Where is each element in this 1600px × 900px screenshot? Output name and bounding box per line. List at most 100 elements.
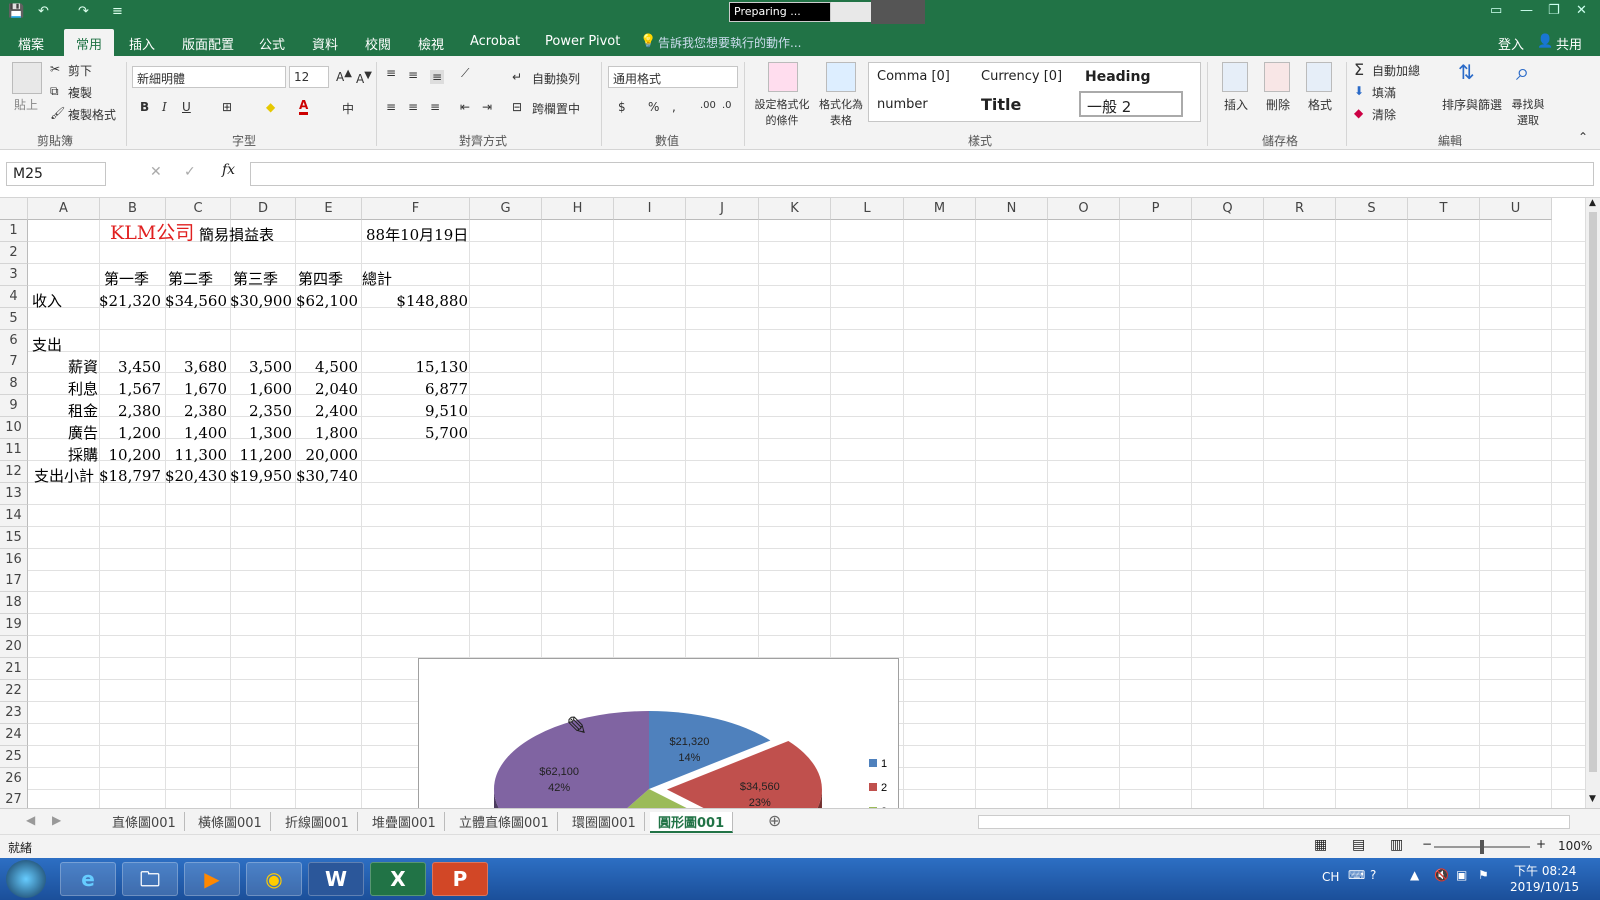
zoom-thumb[interactable] — [1480, 840, 1484, 854]
style-number[interactable]: number — [877, 97, 928, 112]
font-color-icon[interactable]: A — [299, 98, 309, 115]
zoom-out-icon[interactable]: − — [1422, 837, 1432, 851]
row-header[interactable]: 19 — [0, 614, 28, 637]
shrink-font-icon[interactable]: A▼ — [356, 70, 372, 86]
help-icon[interactable]: ? — [1370, 868, 1376, 882]
normal-view-icon[interactable]: ▦ — [1314, 837, 1327, 853]
page-layout-icon[interactable]: ▤ — [1352, 837, 1365, 853]
zoom-level[interactable]: 100% — [1558, 839, 1592, 853]
delete-cells-button[interactable]: 刪除 — [1266, 96, 1290, 113]
format-as-table-button[interactable]: 格式化為表格 — [816, 96, 866, 128]
new-sheet-icon[interactable]: ⊕ — [768, 811, 781, 830]
format-painter-button[interactable]: 複製格式 — [68, 106, 116, 123]
column-header[interactable]: J — [686, 198, 759, 220]
name-box[interactable]: M25 — [6, 162, 106, 186]
align-right-icon[interactable]: ≡ — [430, 100, 440, 114]
row-header[interactable]: 10 — [0, 417, 28, 440]
wrap-text-button[interactable]: 自動換列 — [532, 70, 580, 87]
pie-chart[interactable]: $21,32014%$34,56023%$30,90021%$62,10042%… — [418, 658, 899, 808]
percent-icon[interactable]: % — [648, 100, 659, 114]
volume-muted-icon[interactable]: 🔇 — [1434, 868, 1449, 882]
vertical-scrollbar[interactable]: ▲ ▼ — [1585, 198, 1600, 808]
collapse-ribbon-icon[interactable]: ⌃ — [1578, 130, 1588, 144]
row-header[interactable]: 4 — [0, 285, 28, 308]
column-header[interactable]: D — [231, 198, 296, 220]
sheet-tab[interactable]: 環圈圖001 — [564, 812, 645, 831]
prev-sheet-icon[interactable]: ◀ — [26, 813, 35, 827]
explorer-icon[interactable]: 🗀 — [122, 862, 178, 896]
worksheet-grid[interactable]: A B C D E F G H I J K L M N O P Q R S T U 1 2 3 4 5 6 7 8 9 10 11 12 13 14… — [0, 198, 1587, 808]
align-left-icon[interactable]: ≡ — [386, 100, 396, 114]
share-button[interactable]: 共用 — [1556, 34, 1582, 53]
phonetic-icon[interactable]: 中 — [342, 100, 354, 117]
row-header[interactable]: 15 — [0, 526, 28, 549]
sheet-tab[interactable]: 橫條圖001 — [190, 812, 271, 831]
autosum-button[interactable]: 自動加總 — [1372, 62, 1420, 79]
bold-icon[interactable]: B — [140, 100, 149, 114]
powerpoint-icon[interactable]: P — [432, 862, 488, 896]
copy-button[interactable]: 複製 — [68, 84, 92, 101]
row-header[interactable]: 9 — [0, 395, 28, 418]
insert-function-icon[interactable]: fx — [222, 162, 235, 178]
row-header[interactable]: 16 — [0, 548, 28, 571]
delete-cells-icon[interactable] — [1264, 62, 1290, 92]
column-header[interactable]: T — [1408, 198, 1480, 220]
network-icon[interactable]: ▣ — [1456, 868, 1467, 882]
copy-icon[interactable]: ⧉ — [50, 84, 59, 99]
tab-view[interactable]: 檢視 — [418, 34, 444, 53]
chrome-icon[interactable]: ◉ — [246, 862, 302, 896]
row-header[interactable]: 2 — [0, 241, 28, 264]
save-icon[interactable]: 💾 — [8, 4, 24, 19]
ribbon-display-icon[interactable]: ▭ — [1490, 3, 1502, 18]
style-general2[interactable]: 一般 2 — [1079, 91, 1183, 117]
merge-icon[interactable]: ⊟ — [512, 100, 522, 114]
column-header[interactable]: A — [28, 198, 100, 220]
restore-icon[interactable]: ❐ — [1548, 3, 1560, 18]
scroll-thumb[interactable] — [1589, 212, 1597, 772]
select-all-corner[interactable] — [0, 198, 28, 220]
clipboard-icon[interactable] — [12, 62, 42, 94]
keyboard-icon[interactable]: ⌨ — [1348, 868, 1365, 882]
column-header[interactable]: E — [296, 198, 362, 220]
fill-button[interactable]: 填滿 — [1372, 84, 1396, 101]
format-cells-icon[interactable] — [1306, 62, 1332, 92]
tab-page-layout[interactable]: 版面配置 — [182, 34, 234, 53]
row-header[interactable]: 5 — [0, 307, 28, 330]
decrease-indent-icon[interactable]: ⇤ — [460, 100, 470, 114]
decrease-decimal-icon[interactable]: .0 — [722, 100, 732, 111]
sheet-tab-active[interactable]: 圓形圖001 — [650, 812, 734, 833]
row-header[interactable]: 7 — [0, 351, 28, 374]
excel-icon[interactable]: X — [370, 862, 426, 896]
enter-icon[interactable]: ✓ — [184, 164, 196, 180]
style-currency0[interactable]: Currency [0] — [981, 69, 1062, 84]
font-size-select[interactable]: 12 — [289, 66, 329, 88]
column-header[interactable]: M — [904, 198, 976, 220]
tab-formulas[interactable]: 公式 — [259, 34, 285, 53]
row-header[interactable]: 21 — [0, 658, 28, 680]
media-player-icon[interactable]: ▶ — [184, 862, 240, 896]
column-header[interactable]: I — [614, 198, 686, 220]
tab-file[interactable]: 檔案 — [18, 34, 44, 53]
row-header[interactable]: 6 — [0, 329, 28, 352]
tell-me-input[interactable]: 告訴我您想要執行的動作... — [658, 34, 801, 51]
close-icon[interactable]: ✕ — [1576, 3, 1587, 18]
clock-time[interactable]: 下午 08:24 — [1514, 862, 1576, 879]
increase-decimal-icon[interactable]: .00 — [700, 100, 716, 111]
format-cells-button[interactable]: 格式 — [1308, 96, 1332, 113]
sort-filter-icon[interactable]: ⇅ — [1458, 60, 1475, 84]
row-header[interactable]: 26 — [0, 767, 28, 790]
customize-qat-icon[interactable]: ≡ — [112, 4, 123, 19]
column-header[interactable]: N — [976, 198, 1048, 220]
tab-data[interactable]: 資料 — [312, 34, 338, 53]
paste-button[interactable]: 貼上 — [14, 96, 38, 113]
column-header[interactable]: F — [362, 198, 470, 220]
word-icon[interactable]: W — [308, 862, 364, 896]
border-icon[interactable]: ⊞ — [222, 100, 232, 114]
row-header[interactable]: 23 — [0, 701, 28, 724]
row-header[interactable]: 22 — [0, 679, 28, 702]
row-header[interactable]: 8 — [0, 373, 28, 396]
input-language[interactable]: CH — [1322, 870, 1339, 884]
column-header[interactable]: S — [1336, 198, 1408, 220]
style-title[interactable]: Title — [981, 95, 1021, 114]
magnifier-icon[interactable]: ⌕ — [1516, 58, 1529, 86]
